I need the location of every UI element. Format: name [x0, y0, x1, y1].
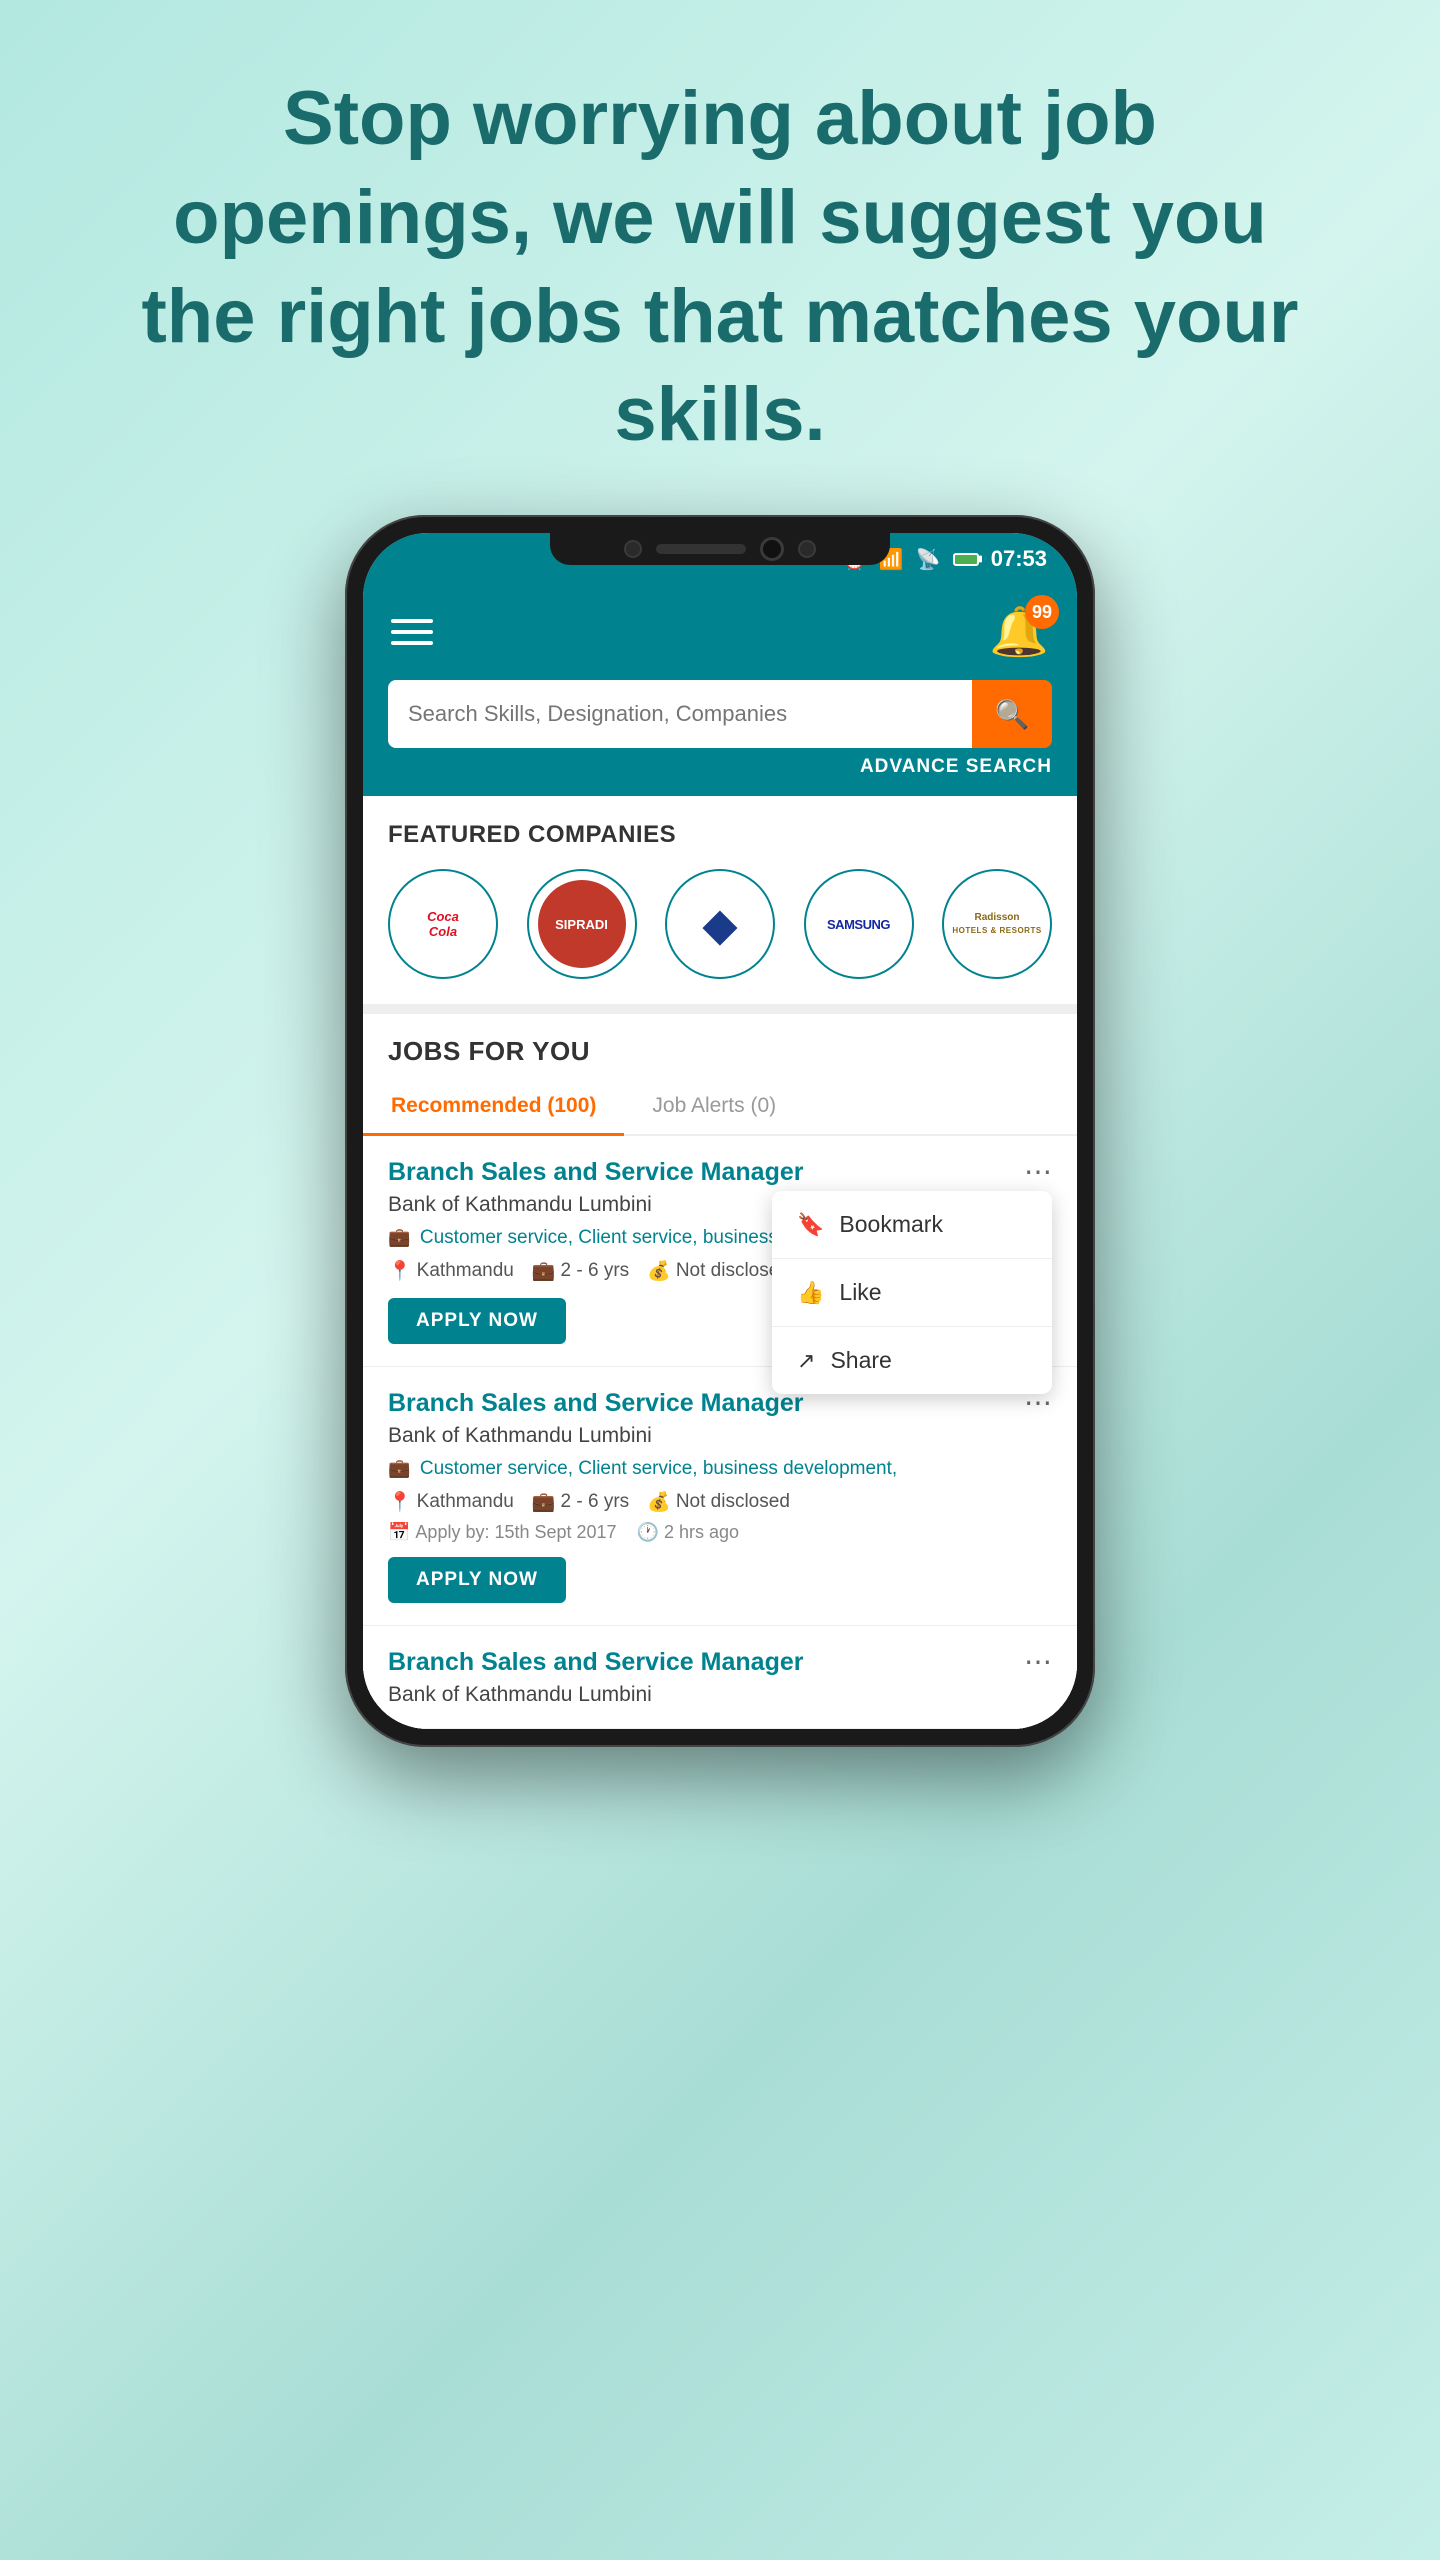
- battery-indicator: [953, 553, 979, 566]
- salary-icon-1: 💰: [647, 1259, 671, 1283]
- context-menu-share[interactable]: ↗ Share: [772, 1327, 1052, 1394]
- salary-icon-2: 💰: [647, 1490, 671, 1514]
- signal-icon: 📡: [916, 547, 941, 572]
- bell-wrapper[interactable]: 🔔 99: [989, 603, 1049, 660]
- tab-recommended[interactable]: Recommended (100): [363, 1079, 624, 1136]
- calendar-icon-2: 📅: [388, 1522, 410, 1543]
- location-icon-2: 📍: [388, 1490, 412, 1514]
- like-icon: 👍: [797, 1280, 824, 1306]
- job-company-3: Bank of Kathmandu Lumbini: [388, 1683, 1052, 1707]
- apply-date-2: 📅 Apply by: 15th Sept 2017: [388, 1522, 617, 1543]
- context-menu-bookmark[interactable]: 🔖 Bookmark: [772, 1191, 1052, 1259]
- job-card-1-header: Branch Sales and Service Manager ⋯: [388, 1158, 1052, 1187]
- hero-title: Stop worrying about job openings, we wil…: [130, 70, 1310, 465]
- app-header: 🔔 99: [363, 585, 1077, 680]
- hamburger-line-1: [391, 619, 433, 623]
- company-logo-samsung[interactable]: SAMSUNG: [804, 869, 914, 979]
- phone-wrapper: ⏰ 📶 📡 07:53 🔔 99: [345, 515, 1095, 1747]
- bookmark-icon: 🔖: [797, 1212, 824, 1238]
- company-logo-diamond[interactable]: ◆: [665, 869, 775, 979]
- briefcase-icon-2: 💼: [388, 1458, 410, 1478]
- front-camera-left: [624, 540, 642, 558]
- notification-badge: 99: [1025, 595, 1059, 629]
- jobs-for-you-section: JOBS FOR YOU Recommended (100) Job Alert…: [363, 1014, 1077, 1729]
- job-card-2: Branch Sales and Service Manager ⋯ Bank …: [363, 1367, 1077, 1626]
- experience-icon-2: 💼: [532, 1490, 556, 1514]
- job-tags-2: 💼 Customer service, Client service, busi…: [388, 1458, 1052, 1480]
- search-icon: 🔍: [995, 698, 1030, 731]
- radisson-logo: RadissonHOTELS & RESORTS: [947, 906, 1046, 942]
- apply-button-1[interactable]: APPLY NOW: [388, 1298, 566, 1344]
- search-button[interactable]: 🔍: [972, 680, 1052, 748]
- job-tags-text-2: Customer service, Client service, busine…: [420, 1458, 897, 1479]
- job-card-3-header: Branch Sales and Service Manager ⋯: [388, 1648, 1052, 1677]
- share-icon: ↗: [797, 1348, 815, 1374]
- location-icon-1: 📍: [388, 1259, 412, 1283]
- job-card-3: Branch Sales and Service Manager ⋯ Bank …: [363, 1626, 1077, 1729]
- company-logo-sipradi[interactable]: SIPRADI: [527, 869, 637, 979]
- salary-1: 💰 Not disclosed: [647, 1259, 790, 1283]
- clock-icon-2: 🕐: [637, 1522, 659, 1543]
- company-logo-cocacola[interactable]: CocaCola: [388, 869, 498, 979]
- context-menu-like[interactable]: 👍 Like: [772, 1259, 1052, 1327]
- featured-companies-title: FEATURED COMPANIES: [388, 821, 1052, 849]
- advance-search-link[interactable]: ADVANCE SEARCH: [388, 748, 1052, 778]
- job-meta-bottom-2: 📅 Apply by: 15th Sept 2017 🕐 2 hrs ago: [388, 1522, 1052, 1543]
- job-title-1[interactable]: Branch Sales and Service Manager: [388, 1158, 1014, 1187]
- main-content: FEATURED COMPANIES CocaCola SIPRADI: [363, 796, 1077, 1729]
- hamburger-line-3: [391, 641, 433, 645]
- hamburger-menu[interactable]: [391, 619, 433, 645]
- front-camera-extra: [798, 540, 816, 558]
- location-1: 📍 Kathmandu: [388, 1259, 514, 1283]
- status-time: 07:53: [991, 546, 1047, 572]
- search-input[interactable]: [388, 680, 972, 748]
- search-container: 🔍 ADVANCE SEARCH: [363, 680, 1077, 796]
- company-logo-radisson[interactable]: RadissonHOTELS & RESORTS: [942, 869, 1052, 979]
- location-2: 📍 Kathmandu: [388, 1490, 514, 1514]
- tab-job-alerts[interactable]: Job Alerts (0): [624, 1079, 804, 1134]
- phone-notch-area: [550, 533, 890, 565]
- speaker-grille: [656, 544, 746, 554]
- phone-screen: ⏰ 📶 📡 07:53 🔔 99: [363, 533, 1077, 1729]
- phone-frame: ⏰ 📶 📡 07:53 🔔 99: [345, 515, 1095, 1747]
- cocacola-logo: CocaCola: [427, 909, 459, 940]
- job-meta-2: 📍 Kathmandu 💼 2 - 6 yrs 💰 Not disclosed: [388, 1490, 1052, 1514]
- company-logos-row: CocaCola SIPRADI ◆: [388, 869, 1052, 979]
- job-card-1: Branch Sales and Service Manager ⋯ Bank …: [363, 1136, 1077, 1367]
- jobs-section-title: JOBS FOR YOU: [363, 1014, 1077, 1067]
- diamond-logo: ◆: [702, 897, 737, 951]
- front-camera-main: [760, 537, 784, 561]
- context-menu-1: 🔖 Bookmark 👍 Like ↗ Share: [772, 1191, 1052, 1394]
- hamburger-line-2: [391, 630, 433, 634]
- jobs-tabs: Recommended (100) Job Alerts (0): [363, 1079, 1077, 1136]
- posted-ago-2: 🕐 2 hrs ago: [637, 1522, 739, 1543]
- experience-2: 💼 2 - 6 yrs: [532, 1490, 629, 1514]
- samsung-logo: SAMSUNG: [827, 917, 890, 932]
- more-options-icon-1[interactable]: ⋯: [1014, 1158, 1052, 1186]
- experience-1: 💼 2 - 6 yrs: [532, 1259, 629, 1283]
- experience-icon-1: 💼: [532, 1259, 556, 1283]
- apply-button-2[interactable]: APPLY NOW: [388, 1557, 566, 1603]
- job-company-2: Bank of Kathmandu Lumbini: [388, 1424, 1052, 1448]
- featured-companies-section: FEATURED COMPANIES CocaCola SIPRADI: [363, 796, 1077, 1004]
- hero-section: Stop worrying about job openings, we wil…: [0, 0, 1440, 515]
- search-bar: 🔍: [388, 680, 1052, 748]
- sipradi-logo: SIPRADI: [538, 880, 626, 968]
- briefcase-icon-1: 💼: [388, 1227, 410, 1247]
- job-title-3[interactable]: Branch Sales and Service Manager: [388, 1648, 1014, 1677]
- salary-2: 💰 Not disclosed: [647, 1490, 790, 1514]
- more-options-icon-3[interactable]: ⋯: [1014, 1648, 1052, 1676]
